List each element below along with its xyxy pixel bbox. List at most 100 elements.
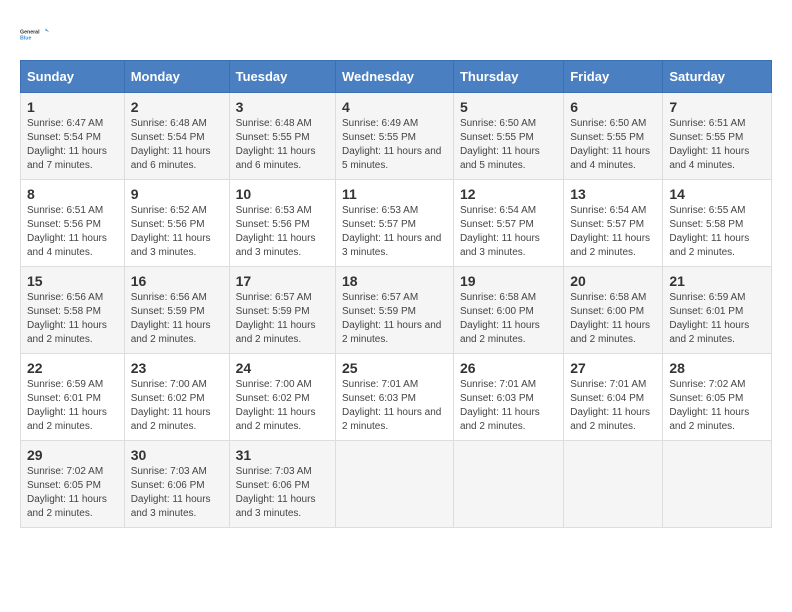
calendar-cell: 31 Sunrise: 7:03 AMSunset: 6:06 PMDayligh…	[229, 441, 335, 528]
logo: GeneralBlue	[20, 20, 50, 50]
calendar-cell: 1Sunrise: 6:47 AMSunset: 5:54 PMDaylight…	[21, 93, 125, 180]
calendar-cell: 17 Sunrise: 6:57 AMSunset: 5:59 PMDayligh…	[229, 267, 335, 354]
day-info: Sunrise: 6:57 AMSunset: 5:59 PMDaylight:…	[236, 291, 329, 347]
day-number: 1	[27, 99, 118, 115]
calendar-cell: 22 Sunrise: 6:59 AMSunset: 6:01 PMDayligh…	[21, 354, 125, 441]
day-info: Sunrise: 7:03 AMSunset: 6:06 PMDaylight:…	[131, 465, 223, 521]
calendar-cell: 29 Sunrise: 7:02 AMSunset: 6:05 PMDayligh…	[21, 441, 125, 528]
calendar-cell: 26 Sunrise: 7:01 AMSunset: 6:03 PMDayligh…	[453, 354, 563, 441]
week-row-5: 29 Sunrise: 7:02 AMSunset: 6:05 PMDayligh…	[21, 441, 772, 528]
logo-icon: GeneralBlue	[20, 20, 50, 50]
header-friday: Friday	[564, 61, 663, 93]
day-number: 22	[27, 360, 118, 376]
day-info: Sunrise: 6:52 AMSunset: 5:56 PMDaylight:…	[131, 204, 223, 260]
day-info: Sunrise: 6:56 AMSunset: 5:59 PMDaylight:…	[131, 291, 223, 347]
calendar-cell: 30 Sunrise: 7:03 AMSunset: 6:06 PMDayligh…	[124, 441, 229, 528]
calendar-cell: 27 Sunrise: 7:01 AMSunset: 6:04 PMDayligh…	[564, 354, 663, 441]
day-info: Sunrise: 7:03 AMSunset: 6:06 PMDaylight:…	[236, 465, 329, 521]
day-info: Sunrise: 7:01 AMSunset: 6:03 PMDaylight:…	[342, 378, 447, 434]
calendar-header: SundayMondayTuesdayWednesdayThursdayFrid…	[21, 61, 772, 93]
calendar-cell: 3 Sunrise: 6:48 AMSunset: 5:55 PMDaylight…	[229, 93, 335, 180]
day-info: Sunrise: 6:50 AMSunset: 5:55 PMDaylight:…	[460, 117, 557, 173]
day-number: 19	[460, 273, 557, 289]
calendar-cell: 2Sunrise: 6:48 AMSunset: 5:54 PMDaylight…	[124, 93, 229, 180]
day-number: 18	[342, 273, 447, 289]
week-row-2: 8 Sunrise: 6:51 AMSunset: 5:56 PMDaylight…	[21, 180, 772, 267]
day-info: Sunrise: 6:51 AMSunset: 5:56 PMDaylight:…	[27, 204, 118, 260]
calendar-cell: 28 Sunrise: 7:02 AMSunset: 6:05 PMDayligh…	[663, 354, 772, 441]
day-info: Sunrise: 6:57 AMSunset: 5:59 PMDaylight:…	[342, 291, 447, 347]
day-info: Sunrise: 6:50 AMSunset: 5:55 PMDaylight:…	[570, 117, 656, 173]
header-row: SundayMondayTuesdayWednesdayThursdayFrid…	[21, 61, 772, 93]
calendar-cell: 4Sunrise: 6:49 AMSunset: 5:55 PMDaylight…	[336, 93, 454, 180]
day-number: 24	[236, 360, 329, 376]
day-info: Sunrise: 6:58 AMSunset: 6:00 PMDaylight:…	[460, 291, 557, 347]
calendar-cell: 14Sunrise: 6:55 AMSunset: 5:58 PMDayligh…	[663, 180, 772, 267]
day-info: Sunrise: 7:01 AMSunset: 6:04 PMDaylight:…	[570, 378, 656, 434]
day-number: 28	[669, 360, 765, 376]
day-number: 7	[669, 99, 765, 115]
calendar-body: 1Sunrise: 6:47 AMSunset: 5:54 PMDaylight…	[21, 93, 772, 528]
calendar-cell: 23 Sunrise: 7:00 AMSunset: 6:02 PMDayligh…	[124, 354, 229, 441]
day-number: 8	[27, 186, 118, 202]
week-row-3: 15Sunrise: 6:56 AMSunset: 5:58 PMDayligh…	[21, 267, 772, 354]
day-info: Sunrise: 7:02 AMSunset: 6:05 PMDaylight:…	[669, 378, 765, 434]
calendar-cell: 12 Sunrise: 6:54 AMSunset: 5:57 PMDayligh…	[453, 180, 563, 267]
day-info: Sunrise: 7:00 AMSunset: 6:02 PMDaylight:…	[236, 378, 329, 434]
day-info: Sunrise: 6:59 AMSunset: 6:01 PMDaylight:…	[669, 291, 765, 347]
calendar-cell: 8 Sunrise: 6:51 AMSunset: 5:56 PMDaylight…	[21, 180, 125, 267]
day-info: Sunrise: 7:01 AMSunset: 6:03 PMDaylight:…	[460, 378, 557, 434]
day-number: 23	[131, 360, 223, 376]
header-tuesday: Tuesday	[229, 61, 335, 93]
day-number: 27	[570, 360, 656, 376]
calendar-cell: 16 Sunrise: 6:56 AMSunset: 5:59 PMDayligh…	[124, 267, 229, 354]
day-number: 12	[460, 186, 557, 202]
calendar-cell: 6 Sunrise: 6:50 AMSunset: 5:55 PMDaylight…	[564, 93, 663, 180]
day-number: 13	[570, 186, 656, 202]
day-number: 26	[460, 360, 557, 376]
day-info: Sunrise: 6:51 AMSunset: 5:55 PMDaylight:…	[669, 117, 765, 173]
calendar-cell	[336, 441, 454, 528]
day-number: 3	[236, 99, 329, 115]
calendar-cell	[564, 441, 663, 528]
day-info: Sunrise: 6:53 AMSunset: 5:56 PMDaylight:…	[236, 204, 329, 260]
day-number: 17	[236, 273, 329, 289]
day-number: 20	[570, 273, 656, 289]
calendar-cell: 13Sunrise: 6:54 AMSunset: 5:57 PMDayligh…	[564, 180, 663, 267]
day-number: 6	[570, 99, 656, 115]
day-info: Sunrise: 7:00 AMSunset: 6:02 PMDaylight:…	[131, 378, 223, 434]
day-number: 29	[27, 447, 118, 463]
day-number: 16	[131, 273, 223, 289]
header-thursday: Thursday	[453, 61, 563, 93]
week-row-1: 1Sunrise: 6:47 AMSunset: 5:54 PMDaylight…	[21, 93, 772, 180]
calendar-cell: 10 Sunrise: 6:53 AMSunset: 5:56 PMDayligh…	[229, 180, 335, 267]
day-number: 10	[236, 186, 329, 202]
day-info: Sunrise: 6:48 AMSunset: 5:55 PMDaylight:…	[236, 117, 329, 173]
calendar-cell: 21Sunrise: 6:59 AMSunset: 6:01 PMDayligh…	[663, 267, 772, 354]
header-sunday: Sunday	[21, 61, 125, 93]
day-info: Sunrise: 6:54 AMSunset: 5:57 PMDaylight:…	[460, 204, 557, 260]
header-wednesday: Wednesday	[336, 61, 454, 93]
calendar-cell: 18 Sunrise: 6:57 AMSunset: 5:59 PMDayligh…	[336, 267, 454, 354]
day-number: 9	[131, 186, 223, 202]
day-info: Sunrise: 6:53 AMSunset: 5:57 PMDaylight:…	[342, 204, 447, 260]
day-info: Sunrise: 6:59 AMSunset: 6:01 PMDaylight:…	[27, 378, 118, 434]
page-header: GeneralBlue	[20, 20, 772, 50]
calendar-table: SundayMondayTuesdayWednesdayThursdayFrid…	[20, 60, 772, 528]
day-number: 11	[342, 186, 447, 202]
day-info: Sunrise: 6:55 AMSunset: 5:58 PMDaylight:…	[669, 204, 765, 260]
day-info: Sunrise: 6:48 AMSunset: 5:54 PMDaylight:…	[131, 117, 223, 173]
calendar-cell: 19 Sunrise: 6:58 AMSunset: 6:00 PMDayligh…	[453, 267, 563, 354]
day-number: 30	[131, 447, 223, 463]
calendar-cell: 9 Sunrise: 6:52 AMSunset: 5:56 PMDaylight…	[124, 180, 229, 267]
day-info: Sunrise: 7:02 AMSunset: 6:05 PMDaylight:…	[27, 465, 118, 521]
calendar-cell: 20Sunrise: 6:58 AMSunset: 6:00 PMDayligh…	[564, 267, 663, 354]
week-row-4: 22 Sunrise: 6:59 AMSunset: 6:01 PMDayligh…	[21, 354, 772, 441]
header-saturday: Saturday	[663, 61, 772, 93]
calendar-cell: 11 Sunrise: 6:53 AMSunset: 5:57 PMDayligh…	[336, 180, 454, 267]
calendar-cell	[663, 441, 772, 528]
header-monday: Monday	[124, 61, 229, 93]
day-info: Sunrise: 6:49 AMSunset: 5:55 PMDaylight:…	[342, 117, 447, 173]
day-number: 31	[236, 447, 329, 463]
calendar-cell: 5Sunrise: 6:50 AMSunset: 5:55 PMDaylight…	[453, 93, 563, 180]
